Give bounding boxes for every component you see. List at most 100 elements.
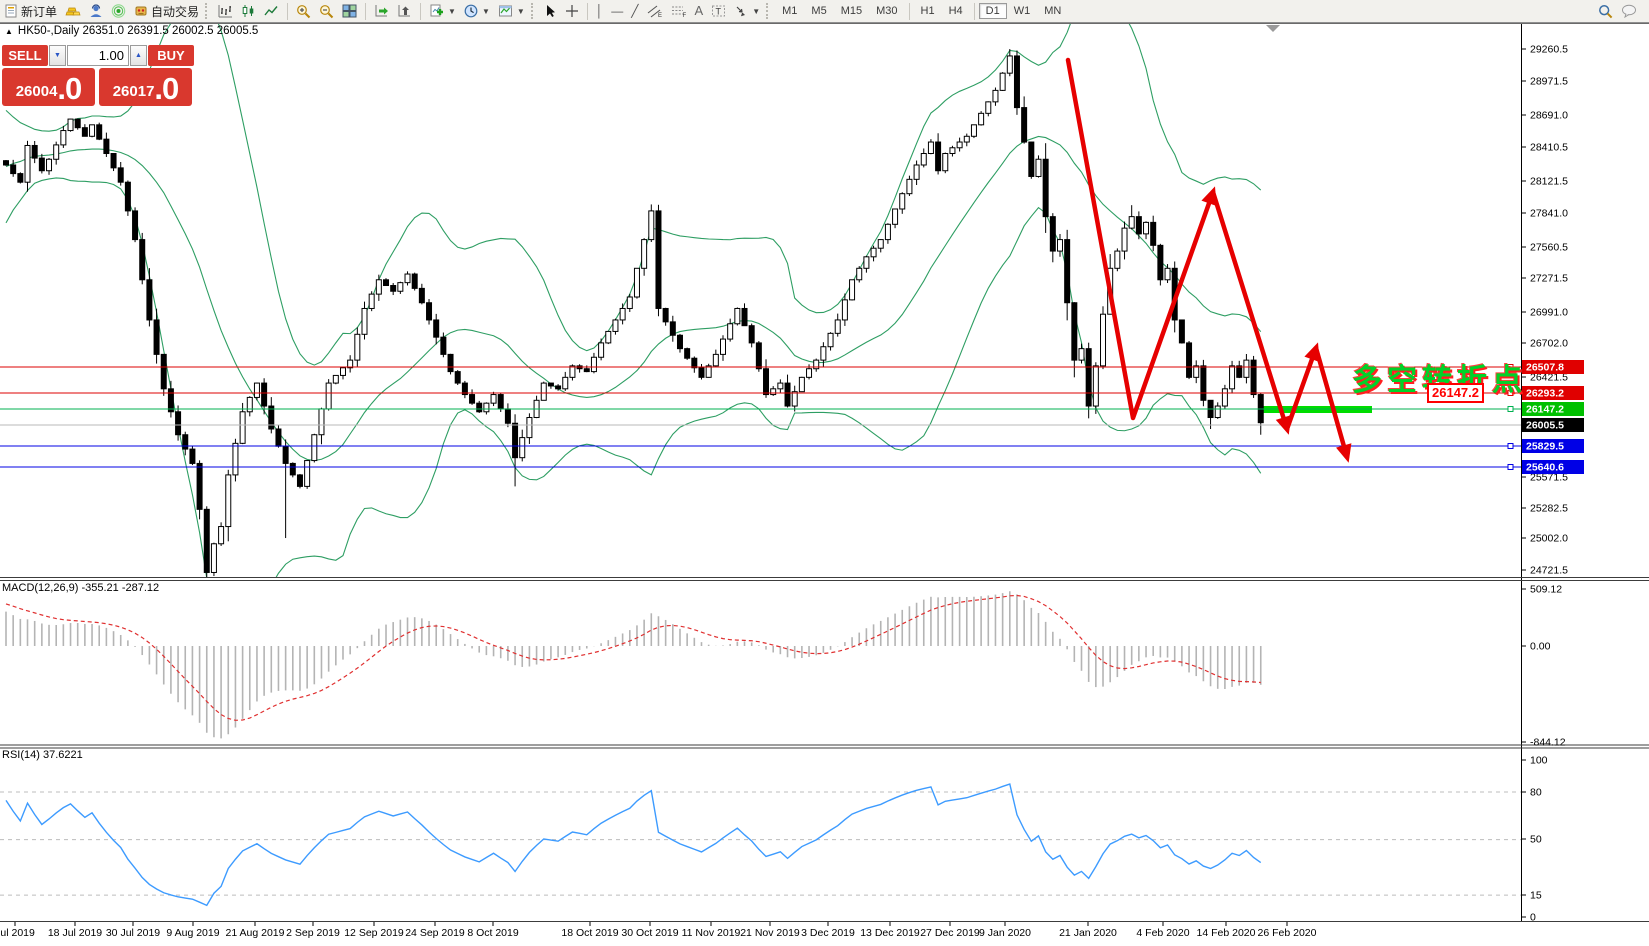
- level-price-box[interactable]: 26147.2: [1427, 383, 1484, 403]
- gold-bars-button[interactable]: [61, 1, 85, 21]
- clock-icon: [464, 4, 478, 18]
- shapes-dropdown[interactable]: ▼: [730, 1, 764, 21]
- cursor-tool-button[interactable]: [540, 1, 561, 21]
- toolbar: 新订单 自动交易 ▼ ▼ ▼ │ — ╱ E F A T ▼ M1 M5 M15…: [0, 0, 1649, 23]
- period-dropdown[interactable]: ▼: [460, 1, 494, 21]
- svg-text:25002.0: 25002.0: [1530, 533, 1568, 545]
- svg-text:18 Jul 2019: 18 Jul 2019: [48, 927, 102, 939]
- svg-text:25829.5: 25829.5: [1526, 441, 1564, 453]
- dropdown-caret: ▼: [752, 6, 761, 16]
- zoom-in-button[interactable]: [292, 1, 315, 21]
- dropdown-caret: ▼: [481, 6, 490, 16]
- crosshair-tool-button[interactable]: [561, 1, 583, 21]
- text-icon: A: [694, 3, 704, 18]
- timeframe-separator: [908, 2, 910, 20]
- timeframe-separator: [973, 2, 975, 20]
- timeframe-m5[interactable]: M5: [804, 3, 833, 19]
- equidistant-channel-icon: E: [647, 5, 662, 18]
- trendline-icon: ╱: [631, 4, 639, 18]
- svg-text:21 Nov 2019: 21 Nov 2019: [740, 927, 800, 939]
- text-tool[interactable]: A: [691, 1, 708, 21]
- sell-button[interactable]: SELL: [2, 45, 48, 66]
- search-button[interactable]: [1594, 1, 1617, 21]
- candlestick-type-button[interactable]: [237, 1, 260, 21]
- chart-shift-icon: [398, 5, 411, 17]
- candles-layer: [3, 49, 1264, 577]
- volume-input[interactable]: [67, 45, 129, 66]
- svg-text:4 Feb 2020: 4 Feb 2020: [1136, 927, 1189, 939]
- auto-scroll-button[interactable]: [370, 1, 393, 21]
- timeframe-m1[interactable]: M1: [775, 3, 804, 19]
- channel-tool[interactable]: E: [643, 1, 667, 21]
- svg-text:27 Dec 2019: 27 Dec 2019: [920, 927, 980, 939]
- trendline-tool[interactable]: ╱: [627, 1, 642, 21]
- auto-trading-label: 自动交易: [151, 4, 200, 19]
- chart-title-text: HK50-,Daily 26351.0 26391.5 26002.5 2600…: [17, 25, 259, 37]
- macd-signal-line: [5, 594, 1261, 721]
- svg-text:29260.5: 29260.5: [1530, 44, 1568, 56]
- ohlc-bars-icon: [218, 5, 233, 18]
- timeframe-w1[interactable]: W1: [1007, 3, 1038, 19]
- timeframe-h4[interactable]: H4: [942, 3, 970, 19]
- template-dropdown[interactable]: ▼: [494, 1, 529, 21]
- svg-text:18 Oct 2019: 18 Oct 2019: [561, 927, 618, 939]
- bar-chart-type-button[interactable]: [214, 1, 237, 21]
- zigzag-arrowhead: [1201, 186, 1217, 206]
- label-tool[interactable]: T: [707, 1, 730, 21]
- svg-text:0: 0: [1530, 912, 1536, 924]
- timeframe-mn[interactable]: MN: [1037, 3, 1068, 19]
- svg-text:27560.5: 27560.5: [1530, 242, 1568, 254]
- chart-shift-button[interactable]: [393, 1, 416, 21]
- timeframe-m30[interactable]: M30: [869, 3, 904, 19]
- rsi-pane-layer: [0, 783, 1521, 907]
- tile-windows-button[interactable]: [338, 1, 361, 21]
- auto-trading-button[interactable]: 自动交易: [130, 1, 203, 21]
- bid-price-button[interactable]: 26004.0: [2, 68, 95, 106]
- svg-text:28691.0: 28691.0: [1530, 110, 1568, 122]
- timeframe-h1[interactable]: H1: [914, 3, 942, 19]
- bid-price-big: .0: [57, 71, 82, 106]
- fibonacci-tool[interactable]: F: [667, 1, 691, 21]
- chart-shift-marker: [1266, 25, 1280, 32]
- zoom-out-button[interactable]: [315, 1, 338, 21]
- line-chart-type-button[interactable]: [260, 1, 283, 21]
- svg-text:9 Aug 2019: 9 Aug 2019: [166, 927, 219, 939]
- buy-button[interactable]: BUY: [148, 45, 194, 66]
- horizontal-line-tool[interactable]: —: [607, 1, 627, 21]
- svg-text:E: E: [658, 13, 662, 18]
- signal-button[interactable]: [107, 1, 130, 21]
- toolbar-separator: [365, 2, 367, 20]
- rsi-line: [5, 783, 1262, 907]
- ask-price-button[interactable]: 26017.0: [99, 68, 192, 106]
- volume-decrease-button[interactable]: ▼: [49, 45, 66, 66]
- svg-text:14 Feb 2020: 14 Feb 2020: [1197, 927, 1256, 939]
- svg-text:21 Jan 2020: 21 Jan 2020: [1059, 927, 1117, 939]
- volume-increase-button[interactable]: ▲: [130, 45, 147, 66]
- svg-text:12 Sep 2019: 12 Sep 2019: [344, 927, 404, 939]
- text-label-icon: T: [712, 5, 726, 17]
- svg-text:26147.2: 26147.2: [1526, 404, 1564, 416]
- ask-price-main: 26017: [112, 83, 155, 100]
- new-order-button[interactable]: 新订单: [0, 1, 61, 21]
- vertical-line-tool[interactable]: │: [592, 1, 608, 21]
- dropdown-caret: ▼: [516, 6, 525, 16]
- template-icon: [498, 5, 512, 17]
- timeframe-d1[interactable]: D1: [978, 3, 1007, 19]
- timeframe-m15[interactable]: M15: [834, 3, 869, 19]
- collapse-arrow-icon[interactable]: ▲: [5, 27, 13, 36]
- chart-canvas[interactable]: 29260.5 28971.5 28691.0 28410.5 28121.5 27841…: [0, 0, 1649, 946]
- svg-text:50: 50: [1530, 834, 1542, 846]
- svg-text:-844.12: -844.12: [1530, 737, 1566, 749]
- support-person-icon: [90, 4, 102, 17]
- macd-label: MACD(12,26,9) -355.21 -287.12: [2, 582, 160, 594]
- svg-text:509.12: 509.12: [1530, 584, 1562, 596]
- svg-text:8 Oct 2019: 8 Oct 2019: [467, 927, 519, 939]
- support-button[interactable]: [85, 1, 107, 21]
- toolbar-grip: [530, 3, 536, 19]
- new-chart-dropdown[interactable]: ▼: [425, 1, 460, 21]
- svg-text:26 Feb 2020: 26 Feb 2020: [1258, 927, 1317, 939]
- chat-button[interactable]: [1617, 1, 1641, 21]
- signal-icon: [111, 4, 126, 18]
- svg-text:28971.5: 28971.5: [1530, 76, 1568, 88]
- rsi-axis: 100 80 50 15 0: [1521, 755, 1548, 924]
